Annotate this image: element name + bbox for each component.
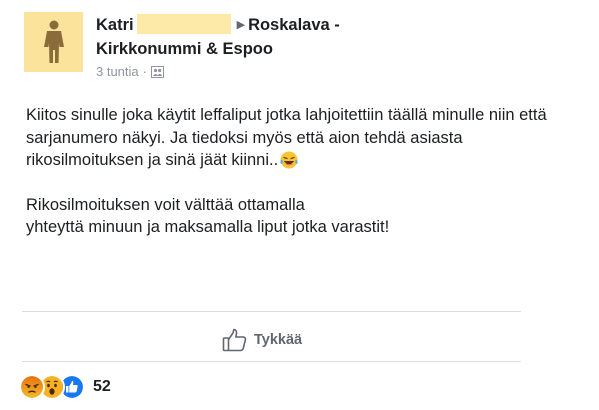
action-bar-top-divider bbox=[22, 311, 521, 312]
post-body: Kiitos sinulle joka käytit leffaliput jo… bbox=[26, 104, 566, 239]
thumbs-up-outline-icon bbox=[222, 328, 247, 352]
person-silhouette-icon bbox=[43, 20, 64, 63]
author-group-line: Katri ▶ Roskalava - Kirkkonummi & Espoo bbox=[96, 13, 576, 61]
author-name[interactable]: Katri bbox=[96, 16, 134, 34]
reaction-count[interactable]: 52 bbox=[93, 378, 111, 396]
members-icon[interactable] bbox=[151, 66, 164, 78]
group-name-line2[interactable]: Kirkkonummi & Espoo bbox=[96, 40, 273, 58]
post-timestamp[interactable]: 3 tuntia bbox=[96, 63, 139, 81]
post-paragraph-2-line-2: yhteyttä minuun ja maksamalla liput jotk… bbox=[26, 218, 390, 236]
post-meta: 3 tuntia · bbox=[96, 63, 576, 81]
reaction-summary[interactable]: 52 bbox=[19, 374, 111, 400]
caret-right-icon: ▶ bbox=[236, 19, 246, 31]
action-bar-bottom-divider bbox=[22, 361, 521, 362]
like-button-label: Tykkää bbox=[254, 332, 303, 348]
laughing-tears-emoji-icon bbox=[280, 151, 298, 169]
like-button[interactable]: Tykkää bbox=[222, 326, 302, 354]
author-avatar[interactable] bbox=[24, 12, 83, 72]
post-paragraph-1: Kiitos sinulle joka käytit leffaliput jo… bbox=[26, 104, 566, 172]
meta-separator: · bbox=[142, 64, 147, 79]
angry-reaction-icon bbox=[19, 374, 45, 400]
group-name[interactable]: Roskalava - bbox=[248, 16, 340, 34]
post-header: Katri ▶ Roskalava - Kirkkonummi & Espoo 3 … bbox=[96, 13, 576, 81]
redacted-surname-box bbox=[136, 14, 231, 34]
post-paragraph-2-line-1: Rikosilmoituksen voit välttää ottamalla bbox=[26, 195, 305, 214]
post-paragraph-2: Rikosilmoituksen voit välttää ottamalla y… bbox=[26, 194, 566, 239]
